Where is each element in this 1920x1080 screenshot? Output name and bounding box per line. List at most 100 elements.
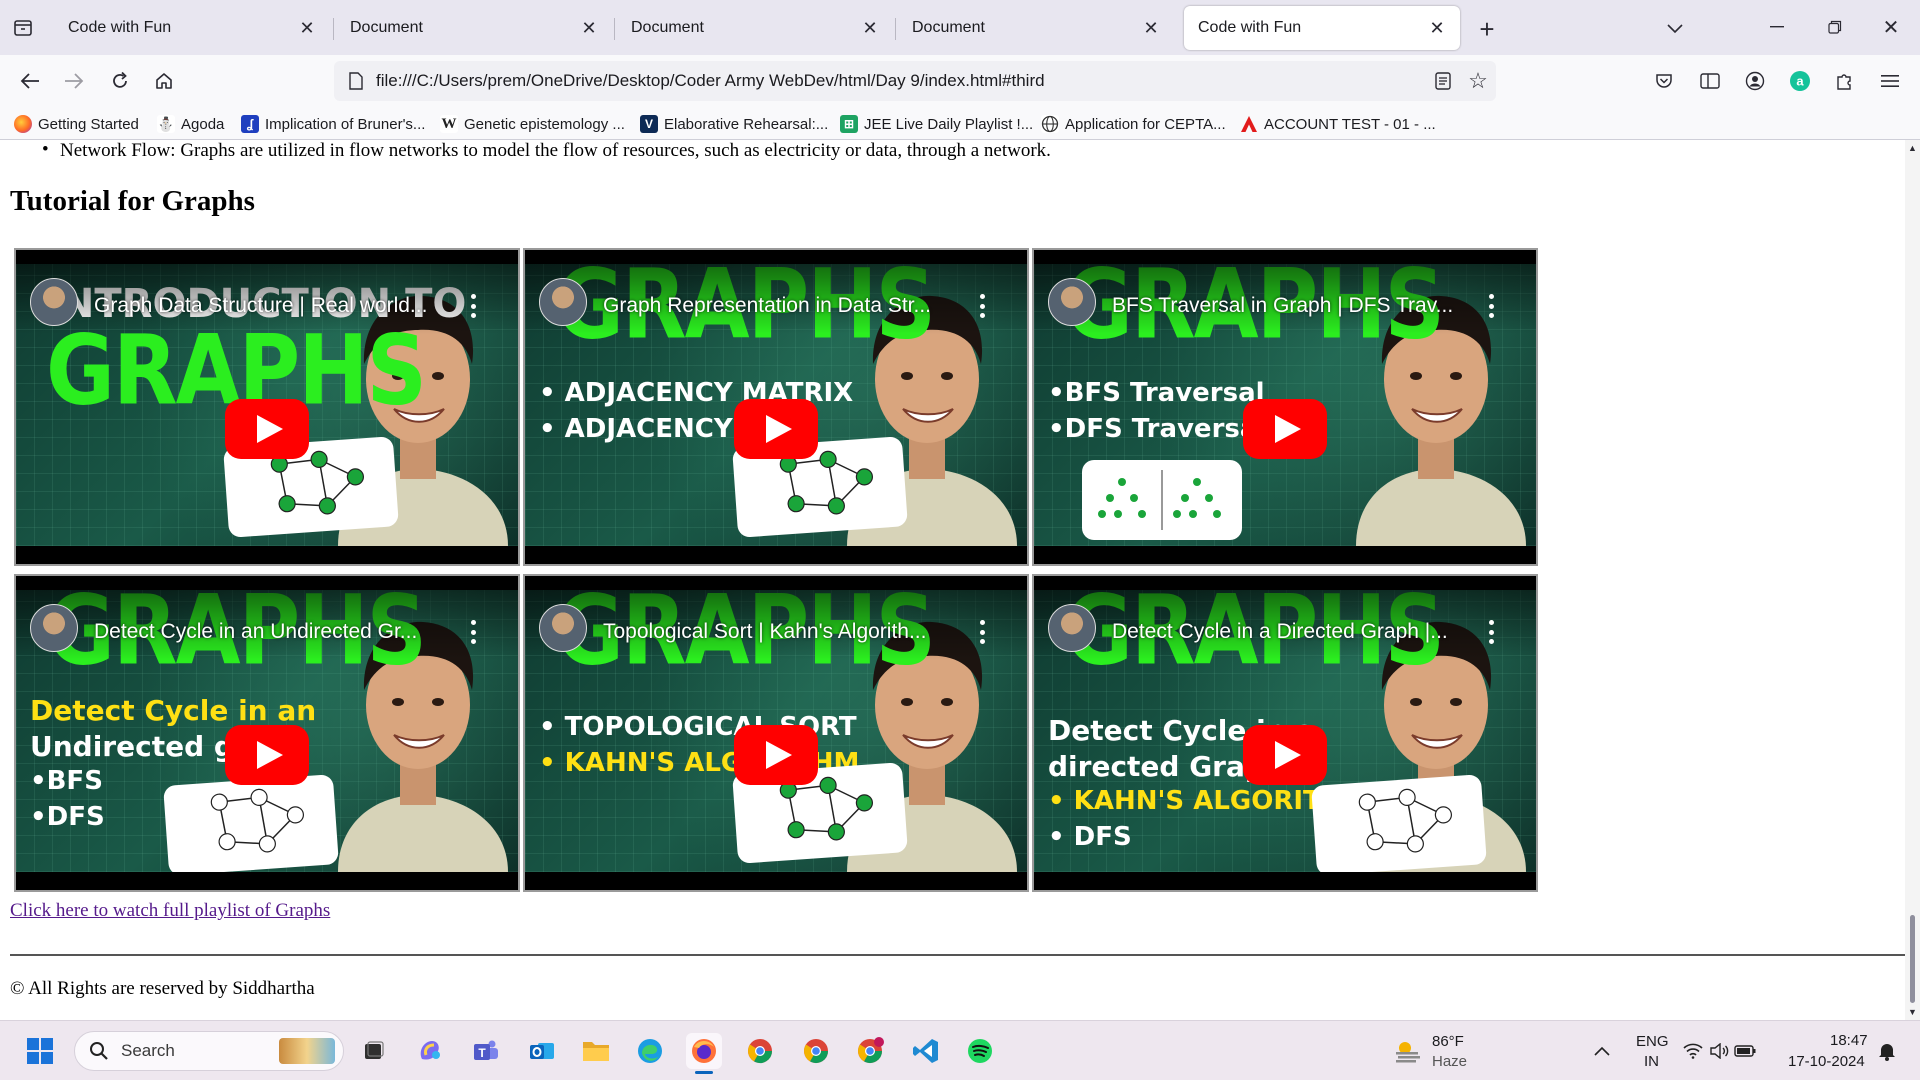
more-options-icon[interactable] [470,620,476,644]
play-button-icon[interactable] [734,725,818,785]
battery-icon[interactable] [1732,1033,1758,1069]
video-thumbnail[interactable]: INTRODUCTION TO GRAPHS Graph Data Struct… [16,264,518,546]
video-embed[interactable]: INTRODUCTION TO GRAPHS Graph Data Struct… [14,248,520,566]
notification-bell-icon[interactable] [1874,1033,1900,1069]
tab-code-with-fun-1[interactable]: Code with Fun ✕ [54,6,330,50]
extensions-icon[interactable] [1830,67,1858,95]
play-button-icon[interactable] [1243,399,1327,459]
windows-start-icon[interactable] [22,1033,58,1069]
more-options-icon[interactable] [1488,620,1494,644]
tab-list-icon[interactable] [10,15,36,41]
vscode-icon[interactable] [908,1033,944,1069]
close-icon[interactable]: ✕ [1140,17,1162,39]
bookmark-elaborative-rehearsal[interactable]: V Elaborative Rehearsal:... [640,113,828,135]
file-explorer-icon[interactable] [578,1033,614,1069]
bookmark-agoda[interactable]: ⛄ Agoda [157,113,224,135]
more-options-icon[interactable] [1488,294,1494,318]
close-icon[interactable]: ✕ [578,17,600,39]
more-options-icon[interactable] [979,294,985,318]
chrome-profile-2-icon[interactable] [798,1033,834,1069]
close-icon[interactable]: ✕ [859,17,881,39]
chrome-profile-3-icon[interactable] [852,1033,888,1069]
wifi-icon[interactable] [1680,1033,1706,1069]
address-bar[interactable]: file:///C:/Users/prem/OneDrive/Desktop/C… [334,61,1496,101]
video-title[interactable]: Detect Cycle in a Directed Graph |... [1112,620,1448,644]
more-options-icon[interactable] [979,620,985,644]
account-icon[interactable] [1741,67,1769,95]
outlook-icon[interactable] [524,1033,560,1069]
playlist-link[interactable]: Click here to watch full playlist of Gra… [10,900,330,922]
video-title[interactable]: Topological Sort | Kahn's Algorith... [603,620,926,644]
weather-icon[interactable] [1390,1033,1426,1069]
home-icon[interactable] [148,65,180,97]
video-title[interactable]: Graph Data Structure | Real world... [94,294,427,318]
task-view-icon[interactable] [356,1033,392,1069]
video-embed[interactable]: GRAPHS Detect Cycle in adirected Graph• … [1032,574,1538,892]
play-button-icon[interactable] [225,725,309,785]
clock-time[interactable]: 18:47 [1830,1032,1868,1049]
scroll-up-icon[interactable]: ▲ [1907,142,1918,154]
firefox-taskbar-icon[interactable] [686,1033,722,1074]
pocket-icon[interactable] [1650,67,1678,95]
taskbar-search[interactable]: Search [74,1031,344,1071]
bookmark-getting-started[interactable]: Getting Started [14,113,139,135]
chrome-profile-1-icon[interactable] [742,1033,778,1069]
play-button-icon[interactable] [1243,725,1327,785]
tab-code-with-fun-active[interactable]: Code with Fun ✕ [1184,6,1460,50]
extension-grammar-icon[interactable]: a [1786,67,1814,95]
scrollbar-thumb[interactable] [1910,915,1915,1003]
bookmark-cepta[interactable]: Application for CEPTA... [1041,113,1226,135]
restore-icon[interactable] [1820,12,1850,42]
page-scrollbar[interactable]: ▲ ▼ [1905,140,1920,1020]
channel-avatar[interactable] [30,278,78,326]
reader-view-icon[interactable] [1432,70,1454,92]
clock-date[interactable]: 17-10-2024 [1788,1053,1865,1070]
close-icon[interactable]: ✕ [1426,17,1448,39]
video-embed[interactable]: GRAPHS • ADJACENCY MATRIX• ADJACENCY LIS… [523,248,1029,566]
minimize-icon[interactable] [1762,12,1792,42]
tab-document-3[interactable]: Document ✕ [898,6,1174,50]
volume-icon[interactable] [1706,1033,1732,1069]
video-title[interactable]: Detect Cycle in an Undirected Gr... [94,620,417,644]
new-tab-icon[interactable]: + [1472,14,1502,44]
spotify-icon[interactable] [962,1033,998,1069]
video-embed[interactable]: GRAPHS Detect Cycle in anUndirected grap… [14,574,520,892]
language-line2[interactable]: IN [1644,1053,1659,1070]
video-thumbnail[interactable]: GRAPHS Detect Cycle in adirected Graph• … [1034,590,1536,872]
bookmark-bruner[interactable]: ʆ Implication of Bruner's... [241,113,425,135]
video-thumbnail[interactable]: GRAPHS • ADJACENCY MATRIX• ADJACENCY LIS… [525,264,1027,546]
bookmark-jee-playlist[interactable]: ⊞ JEE Live Daily Playlist !... [840,113,1033,135]
language-line1[interactable]: ENG [1636,1033,1669,1050]
sidebar-icon[interactable] [1696,67,1724,95]
back-icon[interactable] [14,65,46,97]
channel-avatar[interactable] [1048,604,1096,652]
menu-icon[interactable] [1876,67,1904,95]
close-window-icon[interactable]: ✕ [1876,12,1906,42]
video-title[interactable]: Graph Representation in Data Str... [603,294,931,318]
more-options-icon[interactable] [470,294,476,318]
channel-avatar[interactable] [539,278,587,326]
close-icon[interactable]: ✕ [296,17,318,39]
forward-icon[interactable] [58,65,90,97]
video-embed[interactable]: GRAPHS •BFS Traversal•DFS Traversal BFS … [1032,248,1538,566]
play-button-icon[interactable] [225,399,309,459]
video-thumbnail[interactable]: GRAPHS • TOPOLOGICAL SORT• KAHN'S ALGORI… [525,590,1027,872]
list-all-tabs-icon[interactable] [1660,14,1690,44]
video-embed[interactable]: GRAPHS • TOPOLOGICAL SORT• KAHN'S ALGORI… [523,574,1029,892]
tab-document-2[interactable]: Document ✕ [617,6,893,50]
bookmark-account-test[interactable]: ACCOUNT TEST - 01 - ... [1240,113,1436,135]
play-button-icon[interactable] [734,399,818,459]
teams-icon[interactable]: T [468,1033,504,1069]
copilot-icon[interactable] [412,1033,448,1069]
reload-icon[interactable] [104,65,136,97]
channel-avatar[interactable] [30,604,78,652]
show-hidden-icons-icon[interactable] [1584,1033,1620,1069]
bookmark-star-icon[interactable]: ☆ [1466,68,1490,93]
video-thumbnail[interactable]: GRAPHS Detect Cycle in anUndirected grap… [16,590,518,872]
tab-document-1[interactable]: Document ✕ [336,6,612,50]
scroll-down-icon[interactable]: ▼ [1907,1006,1918,1018]
edge-icon[interactable] [632,1033,668,1069]
video-thumbnail[interactable]: GRAPHS •BFS Traversal•DFS Traversal BFS … [1034,264,1536,546]
channel-avatar[interactable] [1048,278,1096,326]
channel-avatar[interactable] [539,604,587,652]
